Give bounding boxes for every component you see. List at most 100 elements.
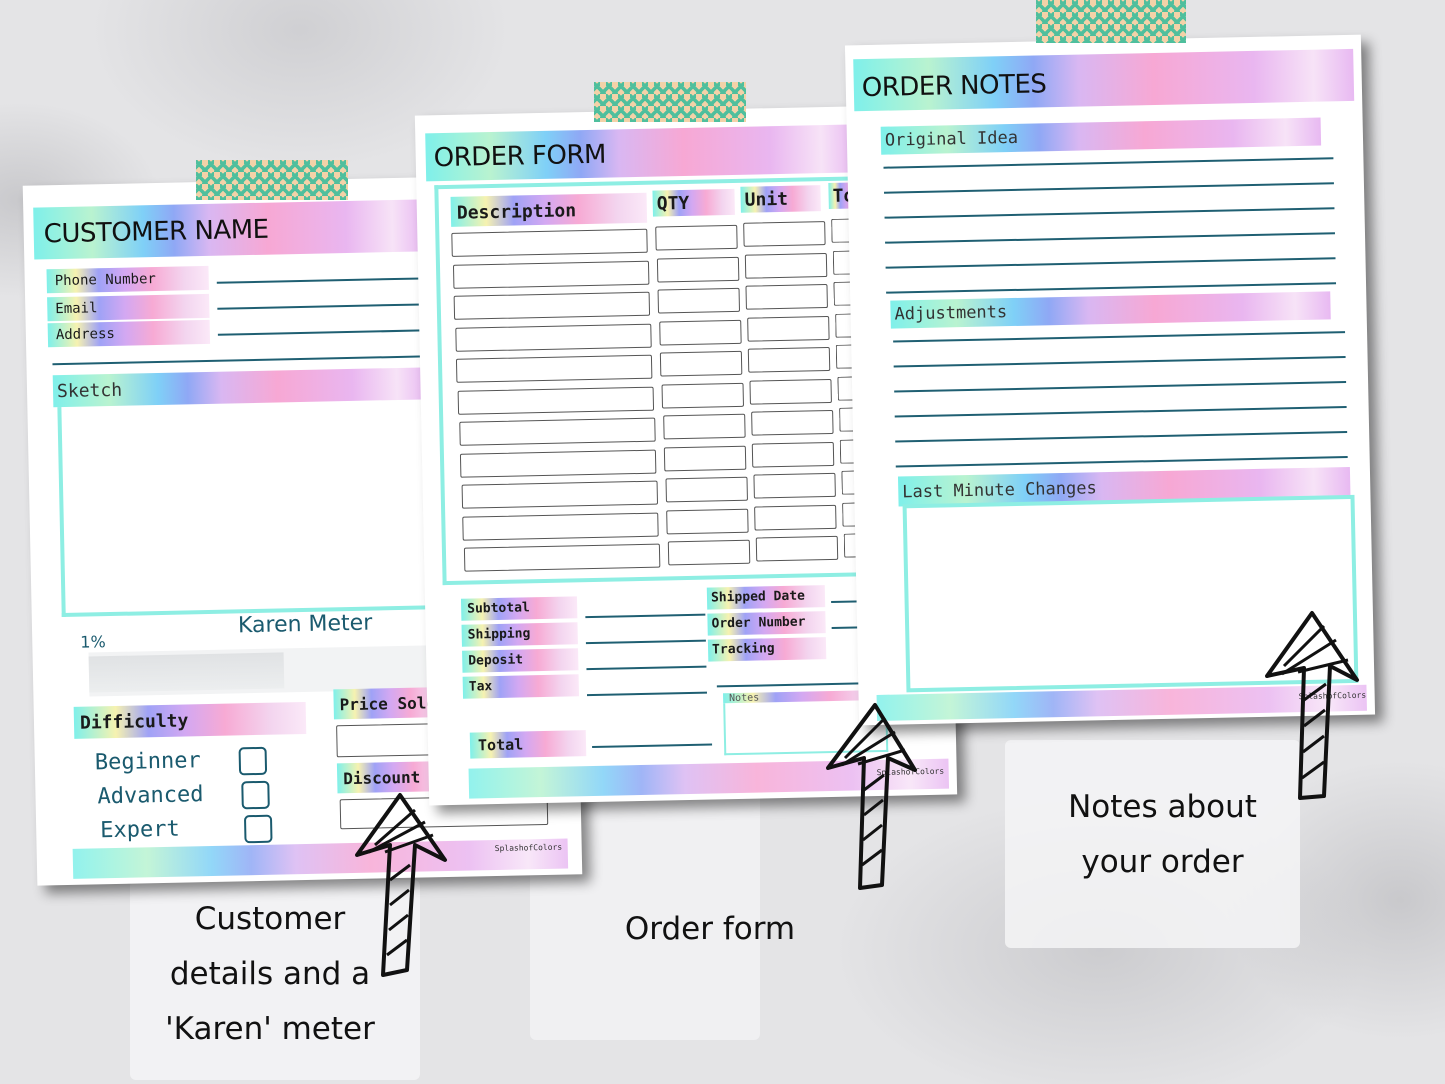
order-row-4-description[interactable] xyxy=(455,323,652,352)
totals-label-bar-3: Tax xyxy=(462,674,580,699)
difficulty-option-beginner: Beginner xyxy=(94,748,202,776)
order-row-4-unit[interactable] xyxy=(746,315,830,342)
order-row-3-description[interactable] xyxy=(453,291,651,320)
karen-meter-fill xyxy=(88,652,285,693)
field-label-address: Address xyxy=(55,325,116,344)
address-input-line[interactable] xyxy=(217,329,423,336)
totals-label-bar-0: Subtotal xyxy=(460,596,578,621)
adjustments-line-4[interactable] xyxy=(894,406,1347,418)
totals-input-line-subtotal[interactable] xyxy=(585,613,706,619)
section-bar-adjustments: Adjustments xyxy=(890,291,1331,329)
shipping-label-bar-shipped-date: Shipped Date xyxy=(706,585,826,610)
advanced-checkbox[interactable] xyxy=(241,780,270,810)
order-row-9-unit[interactable] xyxy=(753,472,836,499)
washi-tape-customer xyxy=(196,160,348,200)
order-row-9-qty[interactable] xyxy=(665,476,748,503)
order-row-11-unit[interactable] xyxy=(755,535,839,562)
col-header-bar-unit: Unit xyxy=(740,185,821,213)
order-row-3-qty[interactable] xyxy=(657,287,741,314)
order-row-8-unit[interactable] xyxy=(751,441,835,468)
section-bar-original-idea: Original Idea xyxy=(880,117,1322,155)
col-header-bar-description: Description xyxy=(450,192,648,227)
order-row-2-unit[interactable] xyxy=(744,252,827,279)
totals-label-tax: Tax xyxy=(468,679,493,695)
karen-meter-percent: 1% xyxy=(80,632,106,652)
beginner-checkbox[interactable] xyxy=(238,746,268,776)
order-row-7-qty[interactable] xyxy=(662,413,746,440)
washi-tape-order-notes xyxy=(1036,0,1186,43)
order-notes-title-bar: ORDER NOTES xyxy=(853,48,1355,112)
order-row-5-qty[interactable] xyxy=(660,350,743,377)
difficulty-option-expert: Expert xyxy=(99,816,180,844)
original-idea-line-5[interactable] xyxy=(885,257,1336,269)
original-idea-line-1[interactable] xyxy=(883,157,1334,169)
order-row-1-qty[interactable] xyxy=(655,224,738,251)
address-input-line-2[interactable] xyxy=(52,355,425,366)
adjustments-line-1[interactable] xyxy=(893,331,1346,343)
customer-title-bar: CUSTOMER NAME xyxy=(33,199,425,260)
totals-input-line-shipping[interactable] xyxy=(585,639,706,645)
adjustments-line-5[interactable] xyxy=(895,431,1348,443)
order-row-5-unit[interactable] xyxy=(748,346,831,373)
order-row-10-description[interactable] xyxy=(462,512,660,541)
expert-checkbox[interactable] xyxy=(243,814,273,844)
totals-label-deposit: Deposit xyxy=(468,652,524,669)
original-idea-line-3[interactable] xyxy=(884,207,1335,219)
difficulty-label: Difficulty xyxy=(79,710,189,734)
order-row-6-unit[interactable] xyxy=(749,378,832,405)
adjustments-line-3[interactable] xyxy=(894,381,1347,393)
totals-label-bar-1: Shipping xyxy=(461,622,578,647)
order-row-6-description[interactable] xyxy=(457,386,655,415)
order-row-2-qty[interactable] xyxy=(656,256,739,283)
order-row-11-qty[interactable] xyxy=(667,539,751,566)
difficulty-option-advanced: Advanced xyxy=(97,782,204,810)
field-label-phone: Phone Number xyxy=(54,271,157,290)
phone-input-line[interactable] xyxy=(216,277,422,284)
field-label-bar-email: Email xyxy=(47,293,210,322)
original-idea-line-2[interactable] xyxy=(884,182,1334,194)
order-row-7-unit[interactable] xyxy=(750,409,834,436)
order-row-10-unit[interactable] xyxy=(754,504,837,531)
totals-label-shipping: Shipping xyxy=(467,626,531,643)
customer-credit: SplashofColors xyxy=(494,842,563,854)
shipping-label-tracking: Tracking xyxy=(711,641,775,658)
total-label: Total xyxy=(477,735,524,755)
order-row-9-description[interactable] xyxy=(461,480,658,509)
caption-notes-line-2: your order xyxy=(1081,844,1244,880)
adjustments-line-6[interactable] xyxy=(895,456,1348,468)
section-label-last-minute: Last Minute Changes xyxy=(902,478,1097,503)
order-row-1-description[interactable] xyxy=(451,228,648,257)
order-row-8-description[interactable] xyxy=(460,449,657,478)
section-label-original-idea: Original Idea xyxy=(884,127,1019,151)
order-row-7-description[interactable] xyxy=(458,417,656,446)
shipping-label-shipped-date: Shipped Date xyxy=(710,588,806,606)
order-row-2-description[interactable] xyxy=(452,260,650,289)
order-row-5-description[interactable] xyxy=(456,354,653,383)
order-row-6-qty[interactable] xyxy=(661,382,744,408)
order-row-1-unit[interactable] xyxy=(743,221,826,247)
order-row-8-qty[interactable] xyxy=(664,445,747,471)
total-label-bar: Total xyxy=(469,730,587,759)
order-row-11-description[interactable] xyxy=(463,543,661,572)
original-idea-line-4[interactable] xyxy=(885,232,1335,244)
email-input-line[interactable] xyxy=(217,303,423,310)
order-row-4-qty[interactable] xyxy=(658,319,742,346)
order-form-title-bar: ORDER FORM xyxy=(425,124,857,182)
shipping-label-bar-tracking: Tracking xyxy=(707,637,827,662)
order-row-3-unit[interactable] xyxy=(745,283,829,310)
washi-tape-order-form xyxy=(594,82,746,122)
section-label-adjustments: Adjustments xyxy=(894,302,1008,325)
total-input-line[interactable] xyxy=(592,743,713,749)
sketch-area[interactable] xyxy=(57,399,434,618)
order-row-10-qty[interactable] xyxy=(666,508,750,534)
totals-input-line-deposit[interactable] xyxy=(586,665,707,671)
shipping-label-order-number: Order Number xyxy=(711,614,806,632)
col-header-unit: Unit xyxy=(744,188,789,211)
arrow-notes-icon xyxy=(1265,611,1359,800)
discount-label: Discount xyxy=(343,767,421,789)
field-label-bar-address: Address xyxy=(47,319,211,348)
adjustments-line-2[interactable] xyxy=(893,356,1346,368)
totals-input-line-tax[interactable] xyxy=(586,691,708,697)
difficulty-label-bar: Difficulty xyxy=(73,701,307,739)
field-label-bar-phone: Phone Number xyxy=(46,265,209,294)
